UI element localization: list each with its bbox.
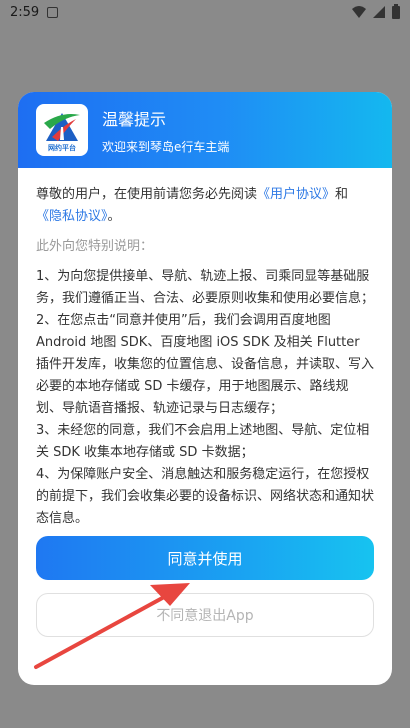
wifi-icon xyxy=(352,6,366,18)
battery-icon xyxy=(392,3,400,19)
app-logo: 网约平台 xyxy=(36,104,88,156)
intro-and: 和 xyxy=(335,187,349,202)
dialog-content: 尊敬的用户，在使用前请您务必先阅读《用户协议》和《隐私协议》。 此外向您特别说明… xyxy=(18,168,392,530)
status-icons xyxy=(352,3,400,19)
dialog-header: 网约平台 温馨提示 欢迎来到琴岛e行车主端 xyxy=(18,92,392,168)
special-note: 此外向您特别说明： xyxy=(36,239,154,254)
logo-text: 网约平台 xyxy=(48,144,76,152)
status-time: 2:59 xyxy=(10,4,40,20)
term-1: 1、为向您提供接单、导航、轨迹上报、司乘同显等基础服务，我们遵循正当、合法、必要… xyxy=(36,269,375,306)
agree-button[interactable]: 同意并使用 xyxy=(36,536,374,580)
road-logo-icon xyxy=(44,113,80,141)
notification-icon xyxy=(47,6,59,18)
intro-suffix: 。 xyxy=(107,209,121,224)
header-text: 温馨提示 欢迎来到琴岛e行车主端 xyxy=(102,106,229,155)
privacy-policy-link[interactable]: 《隐私协议》 xyxy=(36,209,108,224)
term-3: 3、未经您的同意，我们不会启用上述地图、导航、定位相关 SDK 收集本地存储或 … xyxy=(36,423,370,460)
term-4: 4、为保障账户安全、消息触达和服务稳定运行，在您授权的前提下，我们会收集必要的设… xyxy=(36,467,375,526)
user-agreement-link[interactable]: 《用户协议》 xyxy=(257,187,335,202)
privacy-dialog: 网约平台 温馨提示 欢迎来到琴岛e行车主端 尊敬的用户，在使用前请您务必先阅读《… xyxy=(18,92,392,685)
dialog-subtitle: 欢迎来到琴岛e行车主端 xyxy=(102,139,230,154)
dialog-title: 温馨提示 xyxy=(102,109,167,129)
decline-button[interactable]: 不同意退出App xyxy=(36,593,374,637)
intro-text: 尊敬的用户，在使用前请您务必先阅读《用户协议》和《隐私协议》。 xyxy=(36,184,374,228)
status-bar: 2:59 xyxy=(0,0,410,24)
intro-prefix: 尊敬的用户，在使用前请您务必先阅读 xyxy=(36,187,258,202)
term-2: 2、在您点击“同意并使用”后，我们会调用百度地图 Android 地图 SDK、… xyxy=(36,313,375,416)
signal-icon xyxy=(373,6,385,18)
